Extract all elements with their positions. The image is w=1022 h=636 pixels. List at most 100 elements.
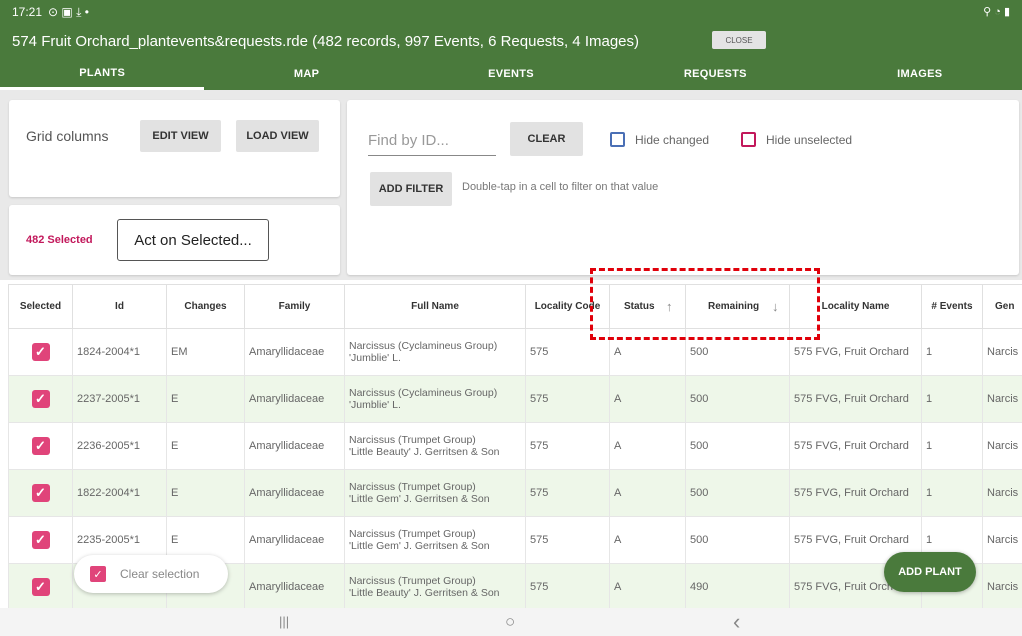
cell-locality-name[interactable]: 575 FVG, Fruit Orchard: [789, 469, 922, 517]
row-checkbox[interactable]: ✓: [31, 343, 50, 361]
cell-family[interactable]: Amaryllidaceae: [244, 422, 345, 470]
cell-changes[interactable]: E: [166, 375, 245, 423]
cell-family[interactable]: Amaryllidaceae: [244, 328, 345, 376]
cell-events[interactable]: 1: [921, 375, 983, 423]
cell-full-name[interactable]: Narcissus (Trumpet Group) 'Little Beauty'…: [344, 422, 526, 470]
cell-locality-name[interactable]: 575 FVG, Fruit Orchard: [789, 375, 922, 423]
cell-gen[interactable]: Narcis: [982, 422, 1022, 470]
cell-status[interactable]: A: [609, 516, 686, 564]
cell-family[interactable]: Amaryllidaceae: [244, 563, 345, 608]
cell-locality-code[interactable]: 575: [525, 563, 610, 608]
selected-count: 482 Selected: [26, 234, 93, 246]
cell-id[interactable]: 2236-2005*1: [72, 422, 167, 470]
hide-changed-checkbox[interactable]: Hide changed: [610, 132, 709, 147]
cell-full-name[interactable]: Narcissus (Trumpet Group) 'Little Gem' J.…: [344, 469, 526, 517]
cell-status[interactable]: A: [609, 422, 686, 470]
cell-full-name[interactable]: Narcissus (Cyclamineus Group) 'Jumblie' L…: [344, 328, 526, 376]
col-header-full-name[interactable]: Full Name: [344, 284, 526, 329]
col-header-changes[interactable]: Changes: [166, 284, 245, 329]
table-row[interactable]: ✓ 1822-2004*1 E Amaryllidaceae Narcissus (Tr…: [8, 469, 1022, 517]
row-checkbox[interactable]: ✓: [31, 390, 50, 408]
row-checkbox[interactable]: ✓: [31, 437, 50, 455]
cell-changes[interactable]: EM: [166, 328, 245, 376]
add-filter-button[interactable]: ADD FILTER: [370, 172, 452, 206]
back-icon[interactable]: ‹: [733, 609, 740, 635]
cell-events[interactable]: 1: [921, 469, 983, 517]
cell-remaining[interactable]: 500: [685, 422, 790, 470]
hide-unselected-checkbox[interactable]: Hide unselected: [741, 132, 852, 147]
act-on-selected-button[interactable]: Act on Selected...: [117, 219, 269, 261]
cell-events[interactable]: 1: [921, 422, 983, 470]
cell-full-name[interactable]: Narcissus (Trumpet Group) 'Little Beauty'…: [344, 563, 526, 608]
tab-events[interactable]: EVENTS: [409, 58, 613, 90]
cell-remaining[interactable]: 500: [685, 469, 790, 517]
grid-columns-label: Grid columns: [26, 128, 109, 144]
table-row[interactable]: ✓ 1824-2004*1 EM Amaryllidaceae Narcissus (C…: [8, 328, 1022, 376]
full-name-line: 'Jumblie' L.: [349, 352, 401, 364]
hide-changed-box[interactable]: [610, 132, 625, 147]
recents-icon[interactable]: |||: [279, 614, 289, 629]
col-header-selected[interactable]: Selected: [8, 284, 73, 329]
system-icons: ⚲ ◔ ▮: [983, 6, 1010, 18]
cell-selected[interactable]: ✓: [8, 563, 73, 608]
table-row[interactable]: ✓ 2236-2005*1 E Amaryllidaceae Narcissus (Tr…: [8, 422, 1022, 470]
cell-selected[interactable]: ✓: [8, 516, 73, 564]
cell-id[interactable]: 1822-2004*1: [72, 469, 167, 517]
add-plant-button[interactable]: ADD PLANT: [884, 552, 976, 592]
col-header-family[interactable]: Family: [244, 284, 345, 329]
cell-family[interactable]: Amaryllidaceae: [244, 516, 345, 564]
cell-status[interactable]: A: [609, 469, 686, 517]
col-header-id[interactable]: Id: [72, 284, 167, 329]
tab-requests[interactable]: REQUESTS: [613, 58, 817, 90]
cell-selected[interactable]: ✓: [8, 328, 73, 376]
full-name-line: 'Jumblie' L.: [349, 399, 401, 411]
home-icon[interactable]: ○: [505, 612, 515, 632]
cell-status[interactable]: A: [609, 375, 686, 423]
cell-selected[interactable]: ✓: [8, 469, 73, 517]
cell-gen[interactable]: Narcis: [982, 375, 1022, 423]
cell-locality-code[interactable]: 575: [525, 516, 610, 564]
cell-full-name[interactable]: Narcissus (Trumpet Group) 'Little Gem' J.…: [344, 516, 526, 564]
tab-plants[interactable]: PLANTS: [0, 58, 205, 90]
row-checkbox[interactable]: ✓: [31, 578, 50, 596]
main-tabs: PLANTS MAP EVENTS REQUESTS IMAGES: [0, 58, 1022, 90]
cell-locality-code[interactable]: 575: [525, 469, 610, 517]
cell-events[interactable]: 1: [921, 328, 983, 376]
cell-changes[interactable]: E: [166, 422, 245, 470]
cell-id[interactable]: 2237-2005*1: [72, 375, 167, 423]
close-button[interactable]: CLOSE: [712, 31, 766, 49]
cell-full-name[interactable]: Narcissus (Cyclamineus Group) 'Jumblie' L…: [344, 375, 526, 423]
tab-images[interactable]: IMAGES: [818, 58, 1022, 90]
cell-selected[interactable]: ✓: [8, 422, 73, 470]
cell-status[interactable]: A: [609, 563, 686, 608]
cell-selected[interactable]: ✓: [8, 375, 73, 423]
load-view-button[interactable]: LOAD VIEW: [236, 120, 319, 152]
cell-family[interactable]: Amaryllidaceae: [244, 375, 345, 423]
table-row[interactable]: ✓ 2237-2005*1 E Amaryllidaceae Narcissus (Cy…: [8, 375, 1022, 423]
edit-view-button[interactable]: EDIT VIEW: [140, 120, 221, 152]
clear-selection-button[interactable]: ✓ Clear selection: [74, 555, 228, 593]
cell-gen[interactable]: Narcis: [982, 563, 1022, 608]
cell-locality-code[interactable]: 575: [525, 422, 610, 470]
cell-remaining[interactable]: 500: [685, 516, 790, 564]
cell-gen[interactable]: Narcis: [982, 469, 1022, 517]
cell-changes[interactable]: E: [166, 469, 245, 517]
table-header-row: Selected Id Changes Family Full Name Loc…: [8, 284, 1022, 329]
hide-unselected-box[interactable]: [741, 132, 756, 147]
cell-remaining[interactable]: 490: [685, 563, 790, 608]
row-checkbox[interactable]: ✓: [31, 484, 50, 502]
find-by-id-input[interactable]: Find by ID...: [368, 128, 496, 156]
cell-gen[interactable]: Narcis: [982, 328, 1022, 376]
row-checkbox[interactable]: ✓: [31, 531, 50, 549]
cell-id[interactable]: 1824-2004*1: [72, 328, 167, 376]
col-header-gen[interactable]: Gen: [982, 284, 1022, 329]
cell-remaining[interactable]: 500: [685, 375, 790, 423]
cell-family[interactable]: Amaryllidaceae: [244, 469, 345, 517]
tab-map[interactable]: MAP: [204, 58, 408, 90]
cell-gen[interactable]: Narcis: [982, 516, 1022, 564]
clear-button[interactable]: CLEAR: [510, 122, 583, 156]
col-header-events[interactable]: # Events: [921, 284, 983, 329]
full-name-line: 'Little Beauty' J. Gerritsen & Son: [349, 446, 500, 458]
cell-locality-name[interactable]: 575 FVG, Fruit Orchard: [789, 422, 922, 470]
cell-locality-code[interactable]: 575: [525, 375, 610, 423]
